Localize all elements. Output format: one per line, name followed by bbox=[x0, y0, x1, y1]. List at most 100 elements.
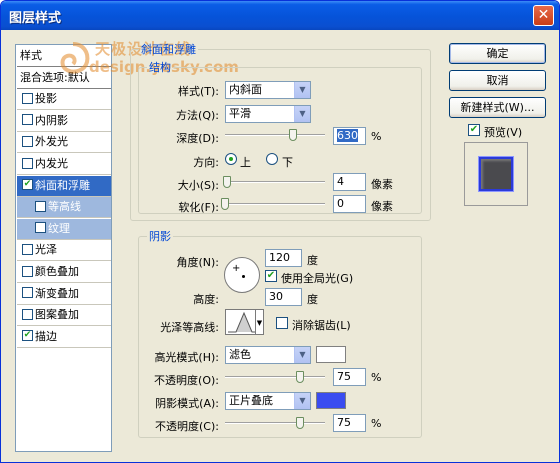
style-checkbox[interactable]: ✔ bbox=[22, 330, 33, 342]
style-checkbox[interactable] bbox=[22, 308, 33, 320]
style-list-item-label: 描边 bbox=[35, 329, 57, 343]
title-bar[interactable]: 图层样式 ✕ bbox=[1, 1, 559, 30]
new-style-button[interactable]: 新建样式(W)... bbox=[449, 97, 546, 118]
style-list-item[interactable]: 内发光 bbox=[17, 154, 111, 175]
shadow-opacity-value: 75 bbox=[337, 416, 351, 429]
depth-label: 深度(D): bbox=[176, 132, 219, 145]
chevron-down-icon: ▼ bbox=[294, 82, 310, 98]
style-list-item[interactable]: 纹理 bbox=[17, 218, 111, 240]
contour-dropdown-arrow-icon[interactable]: ▼ bbox=[255, 309, 264, 335]
highlight-opacity-slider[interactable] bbox=[225, 371, 325, 383]
shadow-opacity-slider[interactable] bbox=[225, 417, 325, 429]
antialias-checkbox[interactable] bbox=[276, 317, 288, 329]
depth-slider[interactable] bbox=[225, 129, 325, 141]
style-list-item-label: 颜色叠加 bbox=[35, 265, 79, 278]
highlight-mode-label: 高光模式(H): bbox=[154, 351, 219, 364]
shadow-color-swatch[interactable] bbox=[316, 392, 346, 409]
global-light-checkbox[interactable]: ✔ bbox=[265, 270, 277, 282]
soften-slider-thumb[interactable] bbox=[221, 198, 229, 210]
depth-value: 630 bbox=[337, 129, 358, 142]
style-list-item[interactable]: 光泽 bbox=[17, 240, 111, 262]
style-checkbox[interactable] bbox=[22, 157, 33, 169]
structure-title: 结构 bbox=[149, 61, 171, 74]
style-preview bbox=[464, 142, 528, 206]
size-slider[interactable] bbox=[223, 176, 325, 188]
close-button[interactable]: ✕ bbox=[533, 5, 554, 26]
chevron-down-icon: ▼ bbox=[294, 106, 310, 122]
global-light-label: 使用全局光(G) bbox=[281, 272, 354, 285]
size-slider-thumb[interactable] bbox=[223, 176, 231, 188]
shadow-opacity-input[interactable]: 75 bbox=[333, 414, 366, 432]
ok-button[interactable]: 确定 bbox=[449, 43, 546, 64]
size-value: 4 bbox=[337, 175, 344, 188]
layer-style-dialog: 图层样式 ✕ 样式混合选项:默认投影内阴影外发光内发光 ✔ 斜面和浮雕等高线纹理光泽… bbox=[0, 0, 560, 463]
style-list-item-label: 光泽 bbox=[35, 243, 57, 257]
depth-unit: % bbox=[371, 130, 382, 143]
style-checkbox[interactable] bbox=[22, 114, 33, 126]
preview-checkbox[interactable]: ✔ bbox=[468, 124, 480, 136]
style-list-item[interactable]: 投影 bbox=[17, 89, 111, 111]
angle-dial[interactable]: + bbox=[224, 257, 260, 293]
direction-down-label: 下 bbox=[282, 156, 293, 169]
style-list-item-label: 纹理 bbox=[48, 221, 70, 235]
style-list-item-label: 混合选项:默认 bbox=[20, 70, 90, 84]
dial-center-dot bbox=[242, 275, 245, 278]
style-checkbox[interactable] bbox=[22, 92, 33, 104]
style-checkbox[interactable] bbox=[35, 200, 46, 212]
angle-input[interactable]: 120 bbox=[265, 249, 302, 267]
cancel-button[interactable]: 取消 bbox=[449, 70, 546, 91]
highlight-mode-select[interactable]: 滤色 ▼ bbox=[225, 346, 311, 364]
shadow-mode-label: 阴影模式(A): bbox=[155, 397, 219, 410]
style-checkbox[interactable] bbox=[22, 135, 33, 147]
style-checkbox[interactable] bbox=[35, 222, 46, 234]
style-list-item[interactable]: 等高线 bbox=[17, 197, 111, 219]
style-list-item-label: 外发光 bbox=[35, 135, 68, 149]
style-list-item-label: 图案叠加 bbox=[35, 308, 79, 322]
technique-label: 方法(Q): bbox=[176, 109, 219, 122]
highlight-opacity-value: 75 bbox=[337, 370, 351, 383]
soften-value: 0 bbox=[337, 197, 344, 210]
highlight-opacity-thumb[interactable] bbox=[296, 371, 304, 383]
technique-select[interactable]: 平滑 ▼ bbox=[225, 105, 311, 123]
depth-slider-thumb[interactable] bbox=[289, 129, 297, 141]
shadow-opacity-thumb[interactable] bbox=[296, 417, 304, 429]
chevron-down-icon: ▼ bbox=[294, 393, 310, 409]
altitude-input[interactable]: 30 bbox=[265, 288, 302, 306]
bevel-style-value: 内斜面 bbox=[229, 83, 262, 96]
style-list-item-label: 内阴影 bbox=[35, 113, 68, 127]
altitude-label: 高度: bbox=[193, 293, 219, 306]
style-list-item[interactable]: 内阴影 bbox=[17, 110, 111, 132]
style-list-item[interactable]: ✔ 描边 bbox=[17, 326, 111, 348]
shadow-mode-select[interactable]: 正片叠底 ▼ bbox=[225, 392, 311, 410]
highlight-color-swatch[interactable] bbox=[316, 346, 346, 363]
depth-input[interactable]: 630 bbox=[333, 127, 366, 145]
soften-input[interactable]: 0 bbox=[333, 195, 366, 213]
angle-unit: 度 bbox=[307, 254, 318, 267]
direction-down-radio[interactable] bbox=[266, 153, 278, 165]
bevel-style-select[interactable]: 内斜面 ▼ bbox=[225, 81, 311, 99]
style-checkbox[interactable] bbox=[22, 287, 33, 299]
chevron-down-icon: ▼ bbox=[294, 347, 310, 363]
crosshair-icon: + bbox=[232, 263, 241, 274]
technique-value: 平滑 bbox=[229, 107, 251, 120]
style-list-item-label: 等高线 bbox=[48, 200, 81, 214]
shadow-opacity-unit: % bbox=[371, 417, 382, 430]
style-list-item[interactable]: 混合选项:默认 bbox=[17, 67, 111, 89]
highlight-opacity-input[interactable]: 75 bbox=[333, 368, 366, 386]
style-checkbox[interactable] bbox=[22, 265, 33, 277]
window-title: 图层样式 bbox=[9, 11, 62, 26]
style-checkbox[interactable] bbox=[22, 243, 33, 255]
preview-label: 预览(V) bbox=[484, 126, 523, 139]
style-list-item[interactable]: 样式 bbox=[17, 46, 111, 67]
style-list-item[interactable]: 渐变叠加 bbox=[17, 283, 111, 305]
style-list-item[interactable]: ✔ 斜面和浮雕 bbox=[17, 175, 111, 197]
shadow-opacity-label: 不透明度(C): bbox=[155, 420, 219, 433]
style-list-item[interactable]: 颜色叠加 bbox=[17, 262, 111, 283]
style-list-item[interactable]: 外发光 bbox=[17, 132, 111, 154]
size-input[interactable]: 4 bbox=[333, 173, 366, 191]
soften-slider[interactable] bbox=[221, 198, 325, 210]
highlight-opacity-unit: % bbox=[371, 371, 382, 384]
style-checkbox[interactable]: ✔ bbox=[22, 179, 33, 191]
direction-up-radio[interactable] bbox=[225, 153, 237, 165]
style-list-item[interactable]: 图案叠加 bbox=[17, 305, 111, 327]
